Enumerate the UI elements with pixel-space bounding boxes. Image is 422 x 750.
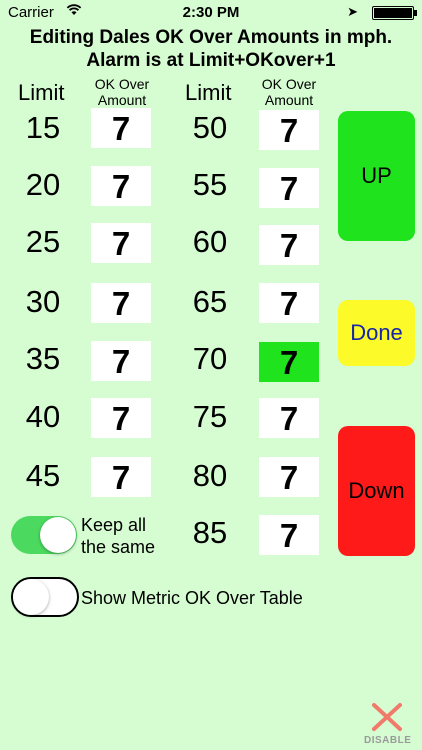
limit-value: 20 xyxy=(25,167,61,202)
limit-value: 50 xyxy=(192,110,228,145)
keep-same-line1: Keep all xyxy=(81,515,147,535)
limit-value: 30 xyxy=(25,284,61,319)
toggle-knob xyxy=(13,579,49,615)
ok-amount-box[interactable]: 7 xyxy=(259,283,319,323)
status-bar: Carrier 2:30 PM ➤ xyxy=(0,0,422,24)
ok-header-right: OK Over Amount xyxy=(249,76,329,108)
limit-value: 65 xyxy=(192,284,228,319)
down-button[interactable]: Down xyxy=(338,426,415,556)
ok-amount-box[interactable]: 7 xyxy=(259,225,319,265)
metric-table-label: Show Metric OK Over Table xyxy=(81,588,303,608)
close-x-icon[interactable] xyxy=(370,702,404,732)
keep-same-line2: the same xyxy=(81,537,156,557)
up-button[interactable]: UP xyxy=(338,111,415,241)
limit-value: 35 xyxy=(25,341,61,376)
limit-value: 70 xyxy=(192,341,228,376)
limit-value: 40 xyxy=(25,399,61,434)
ok-amount-box[interactable]: 7 xyxy=(91,457,151,497)
ok-amount-box[interactable]: 7 xyxy=(91,166,151,206)
keep-same-label: Keep all the same xyxy=(81,514,155,558)
limit-value: 55 xyxy=(192,167,228,202)
limit-value: 60 xyxy=(192,224,228,259)
page-title: Editing Dales OK Over Amounts in mph. xyxy=(29,27,393,48)
done-button[interactable]: Done xyxy=(338,300,415,366)
limit-value: 80 xyxy=(192,458,228,493)
ok-amount-box[interactable]: 7 xyxy=(91,223,151,263)
clock: 2:30 PM xyxy=(182,4,240,21)
limit-value: 25 xyxy=(25,224,61,259)
ok-amount-box[interactable]: 7 xyxy=(259,457,319,497)
limit-value: 15 xyxy=(25,110,61,145)
ok-amount-box-selected[interactable]: 7 xyxy=(259,342,319,382)
limit-header-left: Limit xyxy=(18,80,65,105)
toggle-knob xyxy=(40,517,76,553)
location-icon: ➤ xyxy=(347,4,358,19)
ok-amount-box[interactable]: 7 xyxy=(259,398,319,438)
limit-value: 75 xyxy=(192,399,228,434)
ok-amount-box[interactable]: 7 xyxy=(91,108,151,148)
ok-amount-box[interactable]: 7 xyxy=(259,168,319,208)
keep-same-toggle[interactable] xyxy=(11,516,77,554)
limit-value: 85 xyxy=(192,515,228,550)
ok-amount-box[interactable]: 7 xyxy=(91,398,151,438)
battery-icon xyxy=(372,6,417,20)
metric-table-toggle[interactable] xyxy=(11,577,79,617)
ok-header-line2: Amount xyxy=(264,92,314,108)
ok-amount-box[interactable]: 7 xyxy=(91,341,151,381)
limit-header-right: Limit xyxy=(185,80,232,105)
limit-value: 45 xyxy=(25,458,61,493)
ok-amount-box[interactable]: 7 xyxy=(259,110,319,150)
ok-header-line1: OK Over xyxy=(94,76,150,92)
page-subtitle: Alarm is at Limit+OKover+1 xyxy=(86,50,336,71)
ok-header-line1: OK Over xyxy=(261,76,317,92)
ok-amount-box[interactable]: 7 xyxy=(91,283,151,323)
ok-amount-box[interactable]: 7 xyxy=(259,515,319,555)
ok-header-line2: Amount xyxy=(97,92,147,108)
disable-label[interactable]: DISABLE xyxy=(364,735,411,746)
ok-header-left: OK Over Amount xyxy=(82,76,162,108)
